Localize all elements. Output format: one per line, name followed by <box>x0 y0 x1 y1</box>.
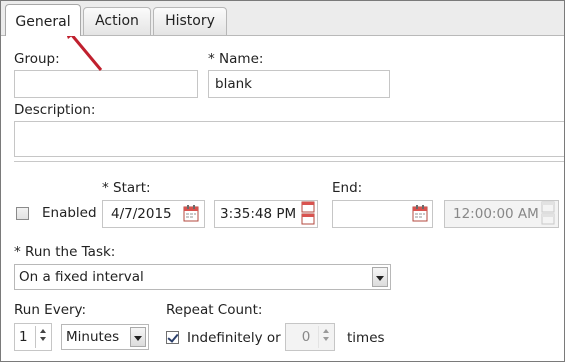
enabled-checkbox[interactable] <box>16 207 29 220</box>
run-every-spinner-icon[interactable] <box>35 326 49 348</box>
indefinitely-label: Indefinitely or <box>187 330 281 346</box>
start-date-value: 4/7/2015 <box>111 206 172 222</box>
end-label: End: <box>332 180 363 196</box>
repeat-count-value: 0 <box>301 329 311 345</box>
run-every-value: 1 <box>19 329 28 345</box>
start-label: * Start: <box>102 180 151 196</box>
start-time-value: 3:35:48 PM <box>220 206 297 222</box>
run-every-label: Run Every: <box>14 302 87 318</box>
indefinitely-checkbox[interactable] <box>166 331 179 344</box>
repeat-count-spinner-icon[interactable] <box>318 326 332 348</box>
description-label: Description: <box>14 102 96 118</box>
run-every-unit-value: Minutes <box>66 329 120 345</box>
tab-history-label: History <box>165 13 215 29</box>
times-label: times <box>347 330 385 346</box>
run-task-select[interactable]: On a fixed interval <box>14 264 391 290</box>
chevron-down-icon[interactable] <box>130 327 146 347</box>
task-dialog: General Action History Group: * Name: bl… <box>0 0 565 362</box>
tab-general[interactable]: General <box>5 4 81 36</box>
run-task-value: On a fixed interval <box>19 269 144 285</box>
run-every-unit-select[interactable]: Minutes <box>61 324 149 350</box>
name-input[interactable]: blank <box>208 70 390 98</box>
chevron-down-icon[interactable] <box>372 267 388 287</box>
tab-history[interactable]: History <box>153 7 227 35</box>
name-label: * Name: <box>208 51 264 67</box>
run-task-label: * Run the Task: <box>14 244 116 260</box>
tab-general-label: General <box>15 14 71 30</box>
description-input[interactable] <box>14 121 564 157</box>
start-time-spinner-icon[interactable] <box>301 201 315 225</box>
start-date-calendar-icon[interactable] <box>183 204 199 222</box>
repeat-count-label: Repeat Count: <box>166 302 263 318</box>
section-divider <box>14 161 564 162</box>
end-time-value: 12:00:00 AM <box>453 206 539 222</box>
enabled-label: Enabled <box>42 205 97 221</box>
end-time-spinner-icon[interactable] <box>541 201 555 225</box>
end-date-calendar-icon[interactable] <box>412 204 428 222</box>
